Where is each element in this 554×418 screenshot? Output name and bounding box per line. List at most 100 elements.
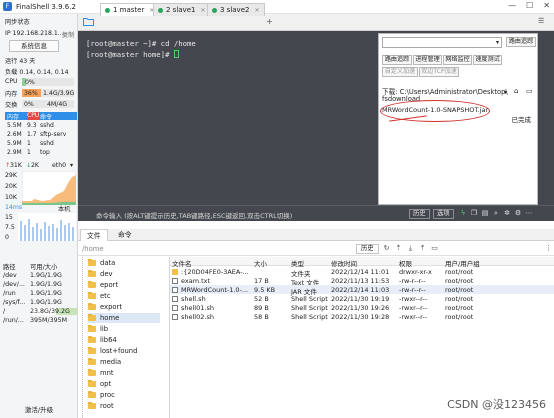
refresh-icon[interactable]: ↻	[382, 244, 391, 253]
process-row[interactable]: 2.9M 1 top	[5, 149, 77, 158]
disk-size: 1.9G/1.9G	[30, 272, 62, 279]
file-mtime: 2022/11/30 19:19	[331, 295, 390, 303]
command-input-hint[interactable]: 命令输入 (按ALT键提示历史,TAB键路径,ESC键返回,双击CTRL切换)	[96, 210, 292, 220]
tree-node[interactable]: lib64	[88, 335, 117, 345]
maximize-icon[interactable]: ☐	[526, 1, 533, 10]
tab-slave2[interactable]: 3 slave2 ✕	[207, 3, 265, 16]
close-icon[interactable]: ✕	[543, 1, 550, 10]
path-history-button[interactable]: 历史	[356, 244, 379, 254]
file-name: :{20D04FE0-3AEA-...	[181, 268, 249, 276]
folder-open-icon[interactable]: ⌂	[514, 87, 518, 95]
net-interface-select[interactable]: eth0	[52, 162, 66, 169]
tree-node[interactable]: export	[88, 302, 122, 312]
disk-path: /run	[3, 290, 16, 297]
grid-menu-icon[interactable]: ☰	[538, 17, 544, 25]
tree-node-label: lib	[100, 325, 109, 333]
file-mtime: 2022/12/14 11:01	[331, 268, 390, 276]
file-perm: -rw-r--r--	[399, 277, 426, 285]
file-size: 9.5 KB	[254, 286, 276, 294]
route-trace-tool-button[interactable]: 路由追踪	[382, 55, 412, 65]
gear-icon[interactable]: ✲	[503, 209, 511, 217]
tree-node[interactable]: media	[88, 357, 121, 367]
tree-node[interactable]: proc	[88, 390, 115, 400]
proc-cpu: 1	[27, 149, 31, 156]
tab-files[interactable]: 文件	[80, 229, 108, 241]
system-info-button[interactable]: 系统信息	[9, 40, 59, 52]
speed-test-button[interactable]: 速度测试	[473, 55, 502, 65]
file-row-selected[interactable]: MRWordCount-1.0-... 9.5 KB JAR 文件 2022/1…	[170, 285, 554, 296]
copy-ip-link[interactable]: 复制	[62, 30, 74, 39]
file-row[interactable]: shell02.sh 58 B Shell Script 2022/11/30 …	[170, 312, 554, 321]
file-name: shell01.sh	[181, 304, 214, 312]
lightning-icon[interactable]: ϟ	[459, 209, 467, 217]
proc-header-cmd[interactable]: 命令	[40, 112, 77, 121]
new-folder-icon[interactable]: ▭	[430, 244, 439, 253]
folder-icon	[88, 269, 96, 277]
tree-node[interactable]: mnt	[88, 368, 114, 378]
current-path[interactable]: /home	[82, 245, 104, 253]
network-monitor-button[interactable]: 网络监控	[443, 55, 472, 65]
tree-node[interactable]: etc	[88, 291, 111, 301]
add-tab-icon[interactable]: +	[266, 17, 273, 26]
title-bar: F FinalShell 3.9.6.2 — ☐ ✕	[0, 0, 554, 14]
search-icon[interactable]: ⌕	[492, 209, 500, 217]
close-tab-icon[interactable]: ✕	[254, 7, 259, 14]
tcp-accel-button[interactable]: 双边TCP加速	[419, 67, 459, 77]
connected-dot-icon	[105, 7, 110, 13]
bottom-tab-bar: 文件 命令	[78, 229, 554, 241]
process-row[interactable]: 5.9M 1 sshd	[5, 140, 77, 149]
tree-node[interactable]: opt	[88, 379, 111, 389]
upgrade-link[interactable]: 激活/升级	[0, 404, 78, 414]
route-target-select[interactable]: ▾	[382, 37, 502, 48]
folder-icon[interactable]: ▭	[526, 87, 533, 95]
file-row[interactable]: exam.txt 17 B Text 文件 2022/11/13 11:53 -…	[170, 276, 554, 287]
process-row[interactable]: 2.6M 1.7 sftp-serv	[5, 131, 77, 140]
folder-icon	[88, 401, 96, 409]
file-name-cell: shell02.sh	[172, 313, 214, 321]
file-perm: -rwxr--r--	[399, 304, 428, 312]
route-trace-button[interactable]: 路由追踪	[506, 37, 536, 47]
options-button[interactable]: 选项	[433, 209, 454, 219]
proc-header-mem[interactable]: 内存	[5, 112, 27, 121]
folder-icon[interactable]	[83, 17, 94, 26]
path-bar: /home 历史 ↻ ⇡ ⤓ ⤒ ▭ ⋮	[78, 242, 554, 256]
custom-accel-button[interactable]: 自定义加速	[382, 67, 418, 77]
net-tick: 20K	[5, 183, 17, 190]
file-row[interactable]: shell01.sh 89 B Shell Script 2022/11/30 …	[170, 303, 554, 312]
more-options-icon[interactable]: ⋮	[544, 244, 553, 253]
tree-node[interactable]: lost+found	[88, 346, 137, 356]
settings-icon[interactable]: ⚙	[514, 209, 522, 217]
file-row[interactable]: shell.sh 52 B Shell Script 2022/11/30 19…	[170, 294, 554, 303]
cpu-label: CPU	[5, 78, 18, 85]
upload-icon[interactable]: ⤒	[418, 244, 427, 253]
chevron-down-icon[interactable]: ▾	[70, 162, 73, 169]
close-tab-icon[interactable]: ✕	[200, 7, 205, 14]
process-row[interactable]: 5.5M 9.3 sshd	[5, 122, 77, 131]
tree-node[interactable]: lib	[88, 324, 108, 334]
paste-icon[interactable]: ▤	[481, 209, 489, 217]
tree-node[interactable]: data	[88, 258, 115, 268]
history-button[interactable]: 历史	[409, 209, 430, 219]
up-dir-icon[interactable]: ⇡	[394, 244, 403, 253]
process-manager-button[interactable]: 进程管理	[413, 55, 442, 65]
tree-node[interactable]: eport	[88, 280, 118, 290]
chevron-down-icon[interactable]: ▾	[504, 89, 507, 96]
tree-node[interactable]: root	[88, 401, 114, 411]
tab-commands[interactable]: 命令	[112, 229, 138, 241]
proc-header-cpu[interactable]: CPU	[27, 112, 40, 120]
download-icon[interactable]: ⤓	[406, 244, 415, 253]
file-row[interactable]: :{20D04FE0-3AEA-... 文件夹 2022/12/14 11:01…	[170, 267, 554, 278]
latency-host[interactable]: 本机	[58, 204, 70, 213]
tree-node-selected[interactable]: home	[88, 313, 160, 323]
minimize-icon[interactable]: —	[508, 1, 516, 10]
tab-slave1[interactable]: 2 slave1 ✕	[153, 3, 211, 16]
copy-icon[interactable]: ❐	[470, 209, 478, 217]
mem-percent: 36%	[24, 90, 38, 97]
file-size: 58 B	[254, 313, 269, 321]
tree-node[interactable]: dev	[88, 269, 113, 279]
tab-master[interactable]: 1 master ✕	[100, 3, 160, 16]
command-input-bar[interactable]: 命令输入 (按ALT键提示历史,TAB键路径,ESC键返回,双击CTRL切换) …	[78, 205, 554, 221]
more-icon[interactable]: ⋯	[525, 209, 533, 217]
latency-tick: 15	[5, 214, 13, 221]
tree-node-label: root	[100, 402, 114, 410]
